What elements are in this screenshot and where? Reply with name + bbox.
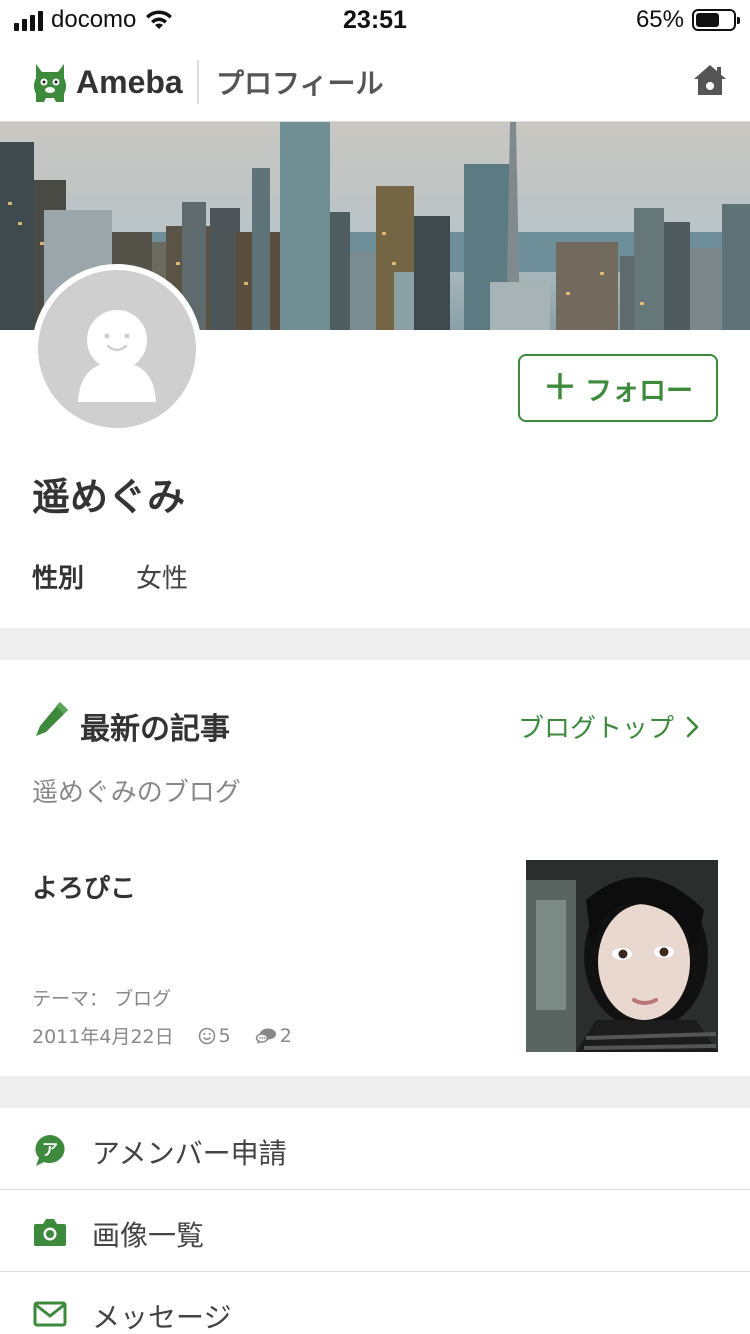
default-avatar-icon xyxy=(78,310,156,402)
logo-text: Ameba xyxy=(76,63,183,100)
menu-item-label: 画像一覧 xyxy=(92,1219,205,1252)
blog-top-link[interactable]: ブログトップ xyxy=(518,708,700,745)
article-date: 2011年4月22日 xyxy=(32,1026,174,1048)
section-separator xyxy=(0,628,750,660)
article-title: よろぴこ xyxy=(32,874,137,904)
battery-fill xyxy=(696,13,720,27)
comments-count: 2 xyxy=(255,1025,292,1047)
likes-count: 5 xyxy=(198,1025,231,1047)
avatar xyxy=(32,264,202,434)
menu-item-images[interactable]: 画像一覧 xyxy=(0,1190,750,1272)
camera-icon xyxy=(34,1219,66,1246)
status-right: 65% xyxy=(635,6,740,34)
follow-label: フォロー xyxy=(585,375,693,407)
menu-item-message[interactable]: メッセージ xyxy=(0,1272,750,1334)
gender-value: 女性 xyxy=(136,564,189,594)
pencil-icon xyxy=(36,702,68,736)
menu-item-label: アメンバー申請 xyxy=(92,1137,287,1170)
amember-icon: ア xyxy=(35,1135,65,1166)
mail-icon xyxy=(33,1301,67,1327)
page-title: プロフィール xyxy=(216,67,384,100)
menu-item-amember[interactable]: ア アメンバー申請 xyxy=(0,1108,750,1190)
home-icon[interactable] xyxy=(692,62,728,98)
ameba-mascot-icon xyxy=(34,64,66,102)
profile-name: 遥めぐみ xyxy=(32,475,186,519)
smile-icon xyxy=(198,1027,215,1044)
ameba-logo[interactable]: Ameba xyxy=(30,58,183,106)
app-header: Ameba プロフィール xyxy=(0,40,750,122)
header-divider xyxy=(197,60,199,104)
blog-name: 遥めぐみのブログ xyxy=(32,778,241,808)
plus-icon: ＋ xyxy=(543,368,577,408)
article-thumbnail xyxy=(526,860,718,1052)
article-meta: 2011年4月22日 5 2 xyxy=(32,1022,292,1049)
article-item[interactable]: よろぴこ テーマ： ブログ 2011年4月22日 5 2 xyxy=(0,840,750,1066)
likes-value: 5 xyxy=(218,1024,231,1047)
blog-top-label: ブログトップ xyxy=(518,714,675,744)
gender-label: 性別 xyxy=(32,564,85,594)
comment-icon xyxy=(255,1028,276,1044)
svg-text:ア: ア xyxy=(42,1140,58,1159)
battery-percent: 65% xyxy=(635,6,684,33)
chevron-right-icon xyxy=(686,716,699,737)
battery-icon xyxy=(692,9,740,31)
follow-button[interactable]: ＋ フォロー xyxy=(518,354,718,422)
article-theme: テーマ： ブログ xyxy=(32,988,172,1010)
avatar-placeholder xyxy=(38,270,196,428)
comments-value: 2 xyxy=(279,1024,292,1047)
section-separator xyxy=(0,1076,750,1108)
status-bar: docomo 23:51 65% xyxy=(0,0,750,40)
menu-item-label: メッセージ xyxy=(92,1301,232,1334)
latest-articles-title: 最新の記事 xyxy=(80,712,230,747)
